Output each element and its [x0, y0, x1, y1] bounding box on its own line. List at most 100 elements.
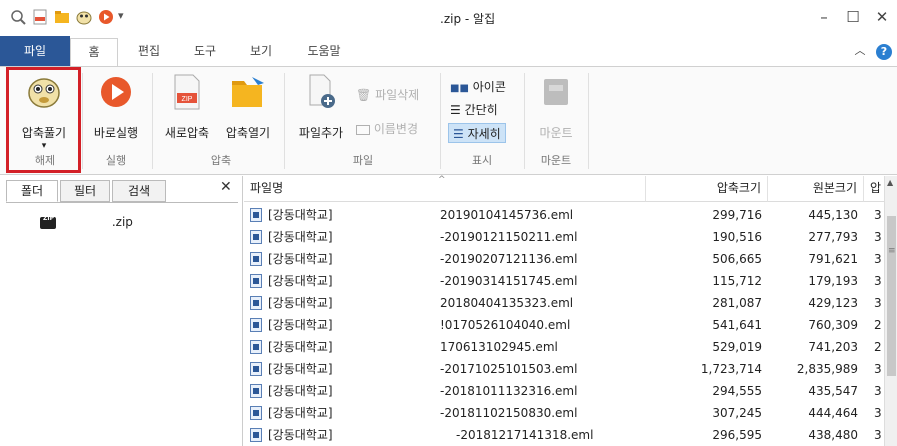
- compression-ratio: 2: [874, 340, 882, 354]
- add-file-button[interactable]: 파일추가: [290, 73, 352, 141]
- eml-file-icon: [250, 296, 262, 310]
- run-label: 바로실행: [93, 126, 139, 140]
- maximize-button[interactable]: ☐: [842, 7, 864, 27]
- add-file-label: 파일추가: [298, 126, 344, 140]
- file-name: [강동대학교]: [268, 230, 333, 244]
- open-archive-button[interactable]: 압축열기: [218, 73, 278, 141]
- compression-ratio: 3: [874, 384, 882, 398]
- packed-size: 541,641: [712, 318, 762, 332]
- run-icon: [86, 73, 146, 114]
- open-folder-icon[interactable]: [54, 9, 70, 25]
- left-panel: 폴더 필터 검색 ✕ ZIP .zip: [0, 176, 243, 446]
- compression-ratio: 3: [874, 428, 882, 442]
- tab-view[interactable]: 보기: [240, 36, 282, 66]
- eml-file-icon: [250, 384, 262, 398]
- tab-filter[interactable]: 필터: [60, 180, 110, 202]
- tab-tools[interactable]: 도구: [184, 36, 226, 66]
- tab-edit[interactable]: 편집: [128, 36, 170, 66]
- column-header-ratio[interactable]: 압축: [864, 176, 886, 202]
- table-row[interactable]: [강동대학교] 20180404135323.eml 281,087 429,123 3: [244, 292, 884, 314]
- tab-home[interactable]: 홈: [70, 38, 118, 67]
- file-name-suffix: -20190314151745.eml: [440, 274, 578, 288]
- vertical-scrollbar[interactable]: ▲ ≡: [884, 176, 897, 446]
- tree-item-archive[interactable]: ZIP .zip: [40, 215, 133, 231]
- file-name-suffix: 170613102945.eml: [440, 340, 558, 354]
- eml-file-icon: [250, 406, 262, 420]
- new-archive-label: 새로압축: [164, 126, 210, 140]
- table-row[interactable]: [강동대학교] 20190104145736.eml 299,716 445,130 3: [244, 204, 884, 226]
- file-name-suffix: -20181011132316.eml: [440, 384, 578, 398]
- table-row[interactable]: [강동대학교] -20181217141318.eml 296,595 438,480…: [244, 424, 884, 446]
- file-name: [강동대학교]: [268, 406, 333, 420]
- column-header-packed-size[interactable]: 압축크기: [646, 176, 768, 202]
- new-archive-button[interactable]: ZIP 새로압축: [158, 73, 216, 141]
- packed-size: 281,087: [712, 296, 762, 310]
- original-size: 277,793: [808, 230, 858, 244]
- packed-size: 294,555: [712, 384, 762, 398]
- column-header-name[interactable]: 파일명 ^: [244, 175, 646, 202]
- close-button[interactable]: ✕: [871, 7, 893, 27]
- title-bar: ▾ .zip - 알집 – ☐ ✕: [0, 0, 897, 36]
- help-icon[interactable]: ?: [874, 36, 894, 66]
- file-name: [강동대학교]: [268, 296, 333, 310]
- sort-up-icon: ^: [438, 175, 446, 185]
- file-name: [강동대학교]: [268, 362, 333, 376]
- eml-file-icon: [250, 274, 262, 288]
- delete-file-button[interactable]: 🗑 파일삭제: [356, 85, 419, 105]
- table-row[interactable]: [강동대학교] -20171025101503.eml 1,723,714 2,835…: [244, 358, 884, 380]
- scroll-up-icon[interactable]: ▲: [887, 178, 893, 187]
- table-row[interactable]: [강동대학교] -20190314151745.eml 115,712 179,193…: [244, 270, 884, 292]
- tab-file[interactable]: 파일: [0, 36, 70, 66]
- tab-folder[interactable]: 폴더: [6, 180, 58, 202]
- file-name: [강동대학교]: [268, 208, 333, 222]
- search-icon[interactable]: [10, 9, 26, 25]
- highlight-box: [6, 67, 81, 173]
- tab-search[interactable]: 검색: [112, 180, 166, 202]
- panel-divider: [6, 202, 238, 203]
- extract-mascot-icon[interactable]: [76, 9, 92, 25]
- view-icon-button[interactable]: ■■ 아이콘: [450, 77, 506, 97]
- file-name-suffix: -20171025101503.eml: [440, 362, 578, 376]
- file-name: [강동대학교]: [268, 428, 333, 442]
- run-icon[interactable]: [98, 9, 114, 25]
- ribbon-tab-bar: 파일 홈 편집 도구 보기 도움말 ︿ ?: [0, 36, 897, 67]
- original-size: 435,547: [808, 384, 858, 398]
- add-file-icon: [290, 73, 352, 114]
- compression-ratio: 3: [874, 406, 882, 420]
- file-name-suffix: -20190121150211.eml: [440, 230, 578, 244]
- packed-size: 1,723,714: [700, 362, 762, 376]
- view-detail-button[interactable]: ☰ 자세히: [448, 123, 506, 143]
- zip-archive-icon: ZIP: [40, 215, 56, 229]
- table-row[interactable]: [강동대학교] -20190121150211.eml 190,516 277,793…: [244, 226, 884, 248]
- group-separator: [588, 73, 589, 169]
- table-row[interactable]: [강동대학교] !0170526104040.eml 541,641 760,309 2: [244, 314, 884, 336]
- minimize-button[interactable]: –: [813, 7, 835, 27]
- file-name-suffix: !0170526104040.eml: [440, 318, 571, 332]
- table-row[interactable]: [강동대학교] -20181011132316.eml 294,555 435,547…: [244, 380, 884, 402]
- view-detail-label: 자세히: [467, 127, 501, 141]
- view-simple-label: 간단히: [464, 103, 498, 117]
- packed-size: 299,716: [712, 208, 762, 222]
- open-folder-icon: [218, 73, 278, 114]
- tab-help[interactable]: 도움말: [296, 36, 352, 66]
- table-row[interactable]: [강동대학교] -20181102150830.eml 307,245 444,464…: [244, 402, 884, 424]
- delete-file-label: 파일삭제: [375, 88, 420, 102]
- table-row[interactable]: [강동대학교] -20190207121136.eml 506,665 791,621…: [244, 248, 884, 270]
- rename-button[interactable]: 이름변경: [356, 119, 418, 139]
- file-name-suffix: -20190207121136.eml: [440, 252, 578, 266]
- scroll-thumb[interactable]: [887, 216, 896, 376]
- collapse-ribbon-icon[interactable]: ︿: [850, 36, 870, 66]
- customize-quick-access-icon[interactable]: ▾: [118, 9, 134, 25]
- tree-item-label: .zip: [111, 215, 133, 229]
- compression-ratio: 3: [874, 230, 882, 244]
- view-simple-button[interactable]: ☰ 간단히: [450, 100, 498, 120]
- new-zip-icon[interactable]: [32, 9, 48, 25]
- close-panel-icon[interactable]: ✕: [220, 179, 232, 195]
- run-button[interactable]: 바로실행: [86, 73, 146, 141]
- compression-ratio: 3: [874, 362, 882, 376]
- packed-size: 190,516: [712, 230, 762, 244]
- mount-button[interactable]: 마운트: [530, 73, 582, 141]
- column-header-original-size[interactable]: 원본크기: [768, 176, 864, 202]
- file-name: [강동대학교]: [268, 340, 333, 354]
- table-row[interactable]: [강동대학교] 170613102945.eml 529,019 741,203 2: [244, 336, 884, 358]
